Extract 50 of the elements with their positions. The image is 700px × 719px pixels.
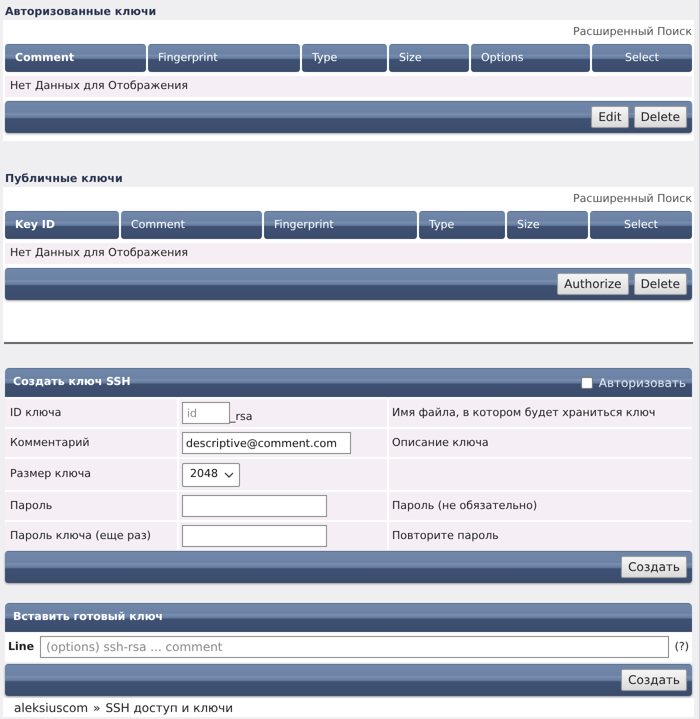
field-suffix: _rsa <box>230 409 252 424</box>
password-field[interactable] <box>182 495 327 517</box>
column-header[interactable]: Key ID <box>5 211 119 239</box>
key-size-select[interactable]: 2048 <box>182 462 240 486</box>
section-title: Авторизованные ключи <box>4 4 158 20</box>
column-header[interactable]: Select <box>592 44 692 72</box>
column-header[interactable]: Size <box>389 44 469 72</box>
field-label: Пароль <box>5 492 177 520</box>
advanced-search-link[interactable]: Расширенный Поиск <box>573 24 692 40</box>
column-header[interactable]: Comment <box>5 44 146 72</box>
field-label: ID ключа <box>5 399 177 427</box>
help-link[interactable]: (?) <box>674 638 689 656</box>
breadcrumb-link[interactable]: SSH доступ и ключи <box>105 698 234 716</box>
key-id-field[interactable]: id <box>182 402 230 424</box>
panel-title: Создать ключ SSH <box>13 374 131 390</box>
create-button[interactable]: Создать <box>621 669 687 691</box>
chevron-down-icon <box>224 472 234 478</box>
column-header[interactable]: Type <box>419 211 505 239</box>
empty-message: Нет Данных для Отображения <box>5 243 692 264</box>
column-header[interactable]: Comment <box>121 211 262 239</box>
field-description: Пароль (не обязательно) <box>389 492 692 520</box>
field-description: Имя файла, в котором будет храниться ключ <box>389 399 692 427</box>
field-description: Повторите пароль <box>389 522 692 550</box>
empty-message: Нет Данных для Отображения <box>5 76 692 97</box>
column-header[interactable]: Type <box>302 44 387 72</box>
checkbox[interactable] <box>580 376 593 388</box>
authorize-button[interactable]: Authorize <box>557 273 629 295</box>
comment-field[interactable]: descriptive@comment.com <box>182 432 351 454</box>
advanced-search-link[interactable]: Расширенный Поиск <box>573 190 692 208</box>
breadcrumb-link[interactable]: aleksiuscom <box>14 698 88 716</box>
key-line-field[interactable]: (options) ssh-rsa ... comment <box>40 636 669 658</box>
panel-title: Вставить готовый ключ <box>13 609 163 626</box>
column-header[interactable]: Fingerprint <box>148 44 300 72</box>
breadcrumb-separator: » <box>93 700 100 716</box>
delete-button[interactable]: Delete <box>634 106 687 128</box>
delete-button[interactable]: Delete <box>634 273 687 295</box>
section-title: Публичные ключи <box>4 171 124 187</box>
field-label: Комментарий <box>5 429 177 457</box>
create-button[interactable]: Создать <box>621 556 687 578</box>
password-field[interactable] <box>182 525 327 547</box>
checkbox-label: Авторизовать <box>598 374 686 392</box>
column-header[interactable]: Size <box>507 211 588 239</box>
field-label: Line <box>8 638 34 655</box>
column-header[interactable]: Fingerprint <box>264 211 417 239</box>
column-header[interactable]: Select <box>590 211 692 239</box>
field-label: Размер ключа <box>5 459 177 490</box>
field-description: Описание ключа <box>389 429 692 457</box>
column-header[interactable]: Options <box>471 44 590 72</box>
field-label: Пароль ключа (еще раз) <box>5 522 177 550</box>
edit-button[interactable]: Edit <box>591 106 629 128</box>
